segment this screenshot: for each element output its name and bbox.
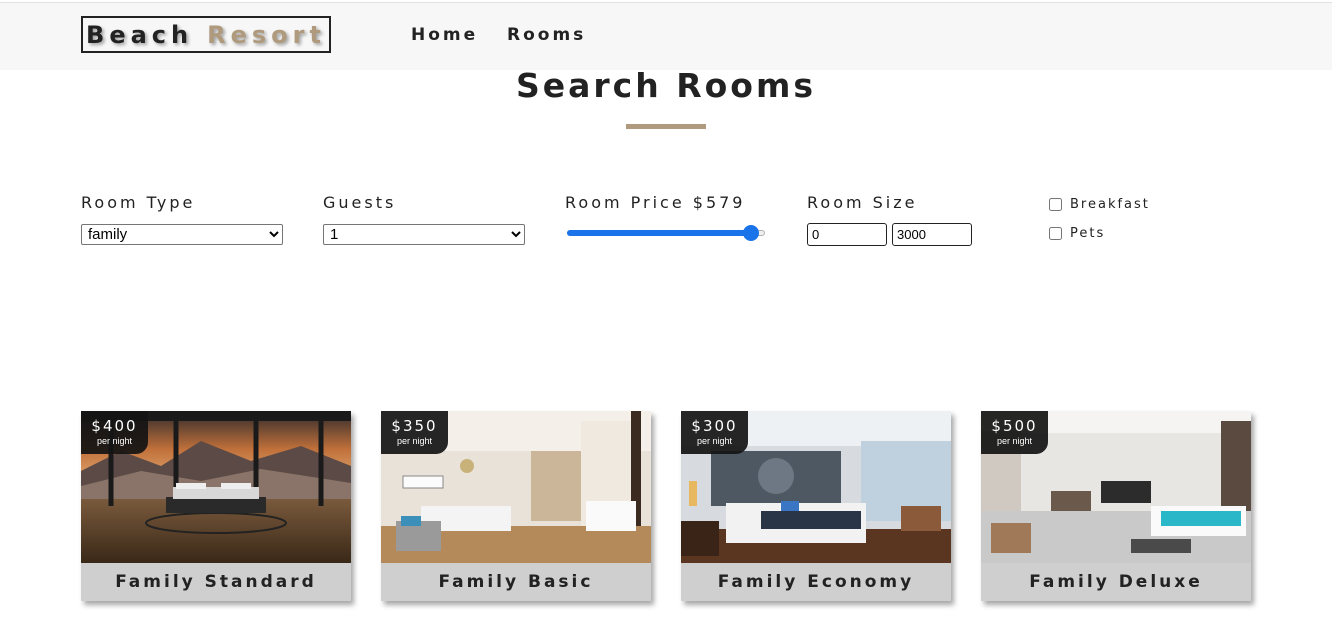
logo-text-beach: Beach bbox=[86, 20, 194, 49]
price-per-night: per night bbox=[396, 436, 433, 446]
room-name: Family Standard bbox=[81, 563, 351, 601]
room-size-label: Room Size bbox=[807, 193, 918, 212]
nav-link-home[interactable]: Home bbox=[411, 25, 478, 45]
room-name: Family Deluxe bbox=[981, 563, 1251, 601]
title-underline bbox=[626, 124, 706, 129]
price-badge: $300 per night bbox=[681, 411, 748, 454]
guests-select[interactable]: 1 bbox=[323, 224, 525, 245]
pets-label: Pets bbox=[1070, 226, 1106, 241]
breakfast-checkbox[interactable] bbox=[1049, 198, 1062, 211]
price-badge: $500 per night bbox=[981, 411, 1048, 454]
price-per-night: per night bbox=[96, 436, 133, 446]
room-price-slider[interactable] bbox=[565, 222, 767, 242]
room-type-select[interactable]: family bbox=[81, 224, 283, 245]
price-badge: $350 per night bbox=[381, 411, 448, 454]
price-amount: $350 bbox=[391, 417, 438, 435]
pets-filter[interactable]: Pets bbox=[1049, 226, 1105, 241]
price-amount: $300 bbox=[691, 417, 738, 435]
room-type-label: Room Type bbox=[81, 193, 196, 212]
room-card-family-deluxe[interactable]: $500 per night Family Deluxe bbox=[981, 411, 1251, 601]
price-amount: $500 bbox=[991, 417, 1038, 435]
room-size-max-input[interactable] bbox=[892, 223, 972, 246]
pets-checkbox[interactable] bbox=[1049, 227, 1062, 240]
room-card-family-economy[interactable]: $300 per night Family Economy bbox=[681, 411, 951, 601]
navbar: Beach Resort Home Rooms bbox=[0, 2, 1332, 70]
slider-thumb[interactable] bbox=[743, 225, 760, 241]
room-size-min-input[interactable] bbox=[807, 223, 887, 246]
page-title: Search Rooms bbox=[515, 66, 817, 105]
price-per-night: per night bbox=[696, 436, 733, 446]
logo[interactable]: Beach Resort bbox=[81, 16, 331, 53]
room-card-family-standard[interactable]: $400 per night Family Standard bbox=[81, 411, 351, 601]
room-price-label: Room Price $579 bbox=[565, 193, 746, 212]
slider-fill bbox=[567, 230, 752, 236]
guests-label: Guests bbox=[323, 193, 397, 212]
breakfast-filter[interactable]: Breakfast bbox=[1049, 197, 1150, 212]
price-badge: $400 per night bbox=[81, 411, 148, 454]
breakfast-label: Breakfast bbox=[1070, 197, 1150, 212]
price-amount: $400 bbox=[91, 417, 138, 435]
room-card-family-basic[interactable]: $350 per night Family Basic bbox=[381, 411, 651, 601]
price-per-night: per night bbox=[996, 436, 1033, 446]
room-name: Family Economy bbox=[681, 563, 951, 601]
room-name: Family Basic bbox=[381, 563, 651, 601]
logo-text-resort: Resort bbox=[207, 20, 326, 49]
nav-link-rooms[interactable]: Rooms bbox=[507, 25, 586, 45]
